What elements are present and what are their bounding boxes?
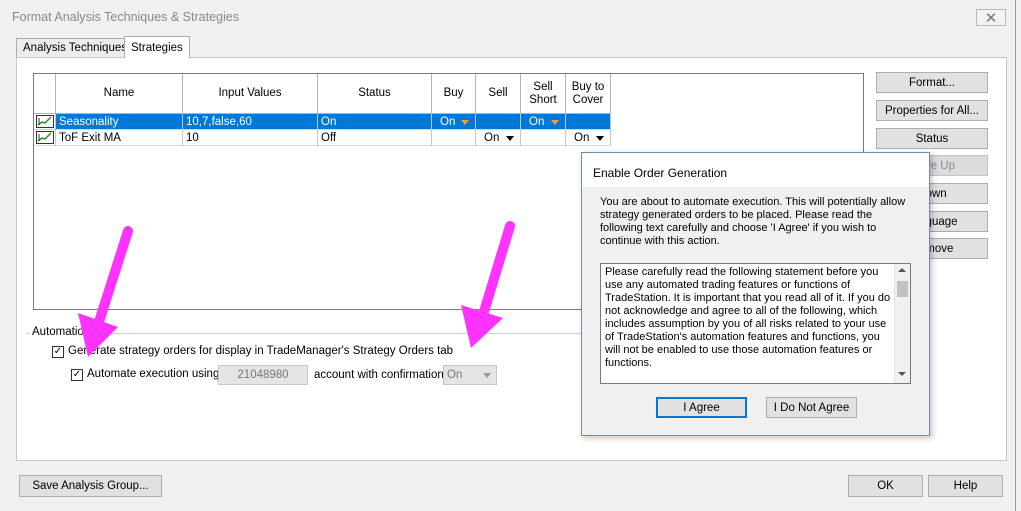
chevron-down-icon — [551, 120, 559, 125]
table-row-name[interactable]: Seasonality — [56, 114, 183, 130]
table-row-inputs[interactable]: 10,7,false,60 — [183, 114, 318, 130]
table-row-status[interactable]: Off — [318, 130, 432, 146]
table-row-status[interactable]: On — [318, 114, 432, 130]
chevron-down-icon — [461, 120, 469, 125]
close-button[interactable]: ✕ — [976, 9, 1006, 27]
window-title: Format Analysis Techniques & Strategies — [12, 10, 239, 24]
sell-value: On — [484, 131, 500, 144]
confirmation-value: On — [447, 369, 463, 381]
scroll-up-icon[interactable] — [898, 268, 906, 272]
help-button[interactable]: Help — [928, 475, 1003, 497]
agreement-textbox[interactable]: Please carefully read the following stat… — [600, 263, 911, 384]
i-agree-button[interactable]: I Agree — [656, 397, 747, 418]
table-row-buy-dropdown[interactable]: On — [432, 114, 476, 130]
automate-execution-label: Automate execution using — [87, 368, 220, 380]
properties-for-all-button[interactable]: Properties for All... — [876, 100, 988, 121]
confirmation-dropdown[interactable]: On — [443, 365, 497, 385]
table-row-icon — [34, 130, 56, 146]
format-button[interactable]: Format... — [876, 72, 988, 93]
table-row-buy-to-cover-dropdown[interactable]: On — [566, 130, 611, 146]
ok-button[interactable]: OK — [848, 475, 923, 497]
table-row-name[interactable]: ToF Exit MA — [56, 130, 183, 146]
scroll-down-icon[interactable] — [898, 372, 906, 376]
annotation-arrow-right — [461, 221, 515, 348]
grid-header-icon-column — [34, 74, 56, 114]
table-row-sell-short[interactable] — [521, 130, 566, 146]
save-analysis-group-button[interactable]: Save Analysis Group... — [19, 475, 162, 497]
grid-header-sell-short[interactable]: Sell Short — [521, 74, 566, 114]
buy-to-cover-value: On — [574, 131, 590, 144]
chevron-down-icon — [596, 136, 604, 141]
tab-strategies[interactable]: Strategies — [124, 36, 190, 58]
table-row-inputs[interactable]: 10 — [183, 130, 318, 146]
grid-header-status[interactable]: Status — [318, 74, 432, 114]
sell-short-value: On — [529, 115, 545, 128]
grid-header-buy-to-cover[interactable]: Buy to Cover — [566, 74, 611, 114]
table-row-sell[interactable] — [476, 114, 521, 130]
generate-orders-checkbox[interactable]: ✓ — [52, 346, 64, 358]
tab-analysis-techniques[interactable]: Analysis Techniques — [16, 38, 134, 57]
grid-header-buy[interactable]: Buy — [432, 74, 476, 114]
dialog-message: You are about to automate execution. Thi… — [600, 196, 906, 247]
agreement-scrollbar[interactable] — [894, 264, 910, 383]
table-row-sell-dropdown[interactable]: On — [476, 130, 521, 146]
buy-value: On — [440, 115, 456, 128]
agreement-statement: Please carefully read the following stat… — [605, 266, 891, 369]
title-bar: Format Analysis Techniques & Strategies — [0, 0, 1015, 34]
chevron-down-icon — [506, 136, 514, 141]
dialog-title: Enable Order Generation — [593, 166, 728, 180]
status-button[interactable]: Status — [876, 128, 988, 149]
automate-execution-checkbox[interactable]: ✓ — [71, 369, 83, 381]
grid-header-sell[interactable]: Sell — [476, 74, 521, 114]
chevron-down-icon — [483, 373, 491, 378]
dialog-title-bar: Enable Order Generation — [582, 153, 929, 187]
enable-order-generation-dialog: Enable Order Generation You are about to… — [581, 152, 930, 436]
grid-header-name[interactable]: Name — [56, 74, 183, 114]
confirmation-label: account with confirmation — [314, 369, 444, 381]
table-row-buy-to-cover[interactable] — [566, 114, 611, 130]
account-field[interactable]: 21048980 — [218, 365, 308, 385]
table-row-icon — [34, 114, 56, 130]
table-row-sell-short-dropdown[interactable]: On — [521, 114, 566, 130]
scroll-thumb[interactable] — [897, 281, 908, 297]
i-do-not-agree-button[interactable]: I Do Not Agree — [766, 397, 857, 418]
annotation-arrow-left — [78, 226, 133, 357]
strategy-chart-icon — [35, 131, 54, 144]
strategy-chart-icon — [35, 115, 54, 128]
grid-header-input-values[interactable]: Input Values — [183, 74, 318, 114]
table-row-buy[interactable] — [432, 130, 476, 146]
